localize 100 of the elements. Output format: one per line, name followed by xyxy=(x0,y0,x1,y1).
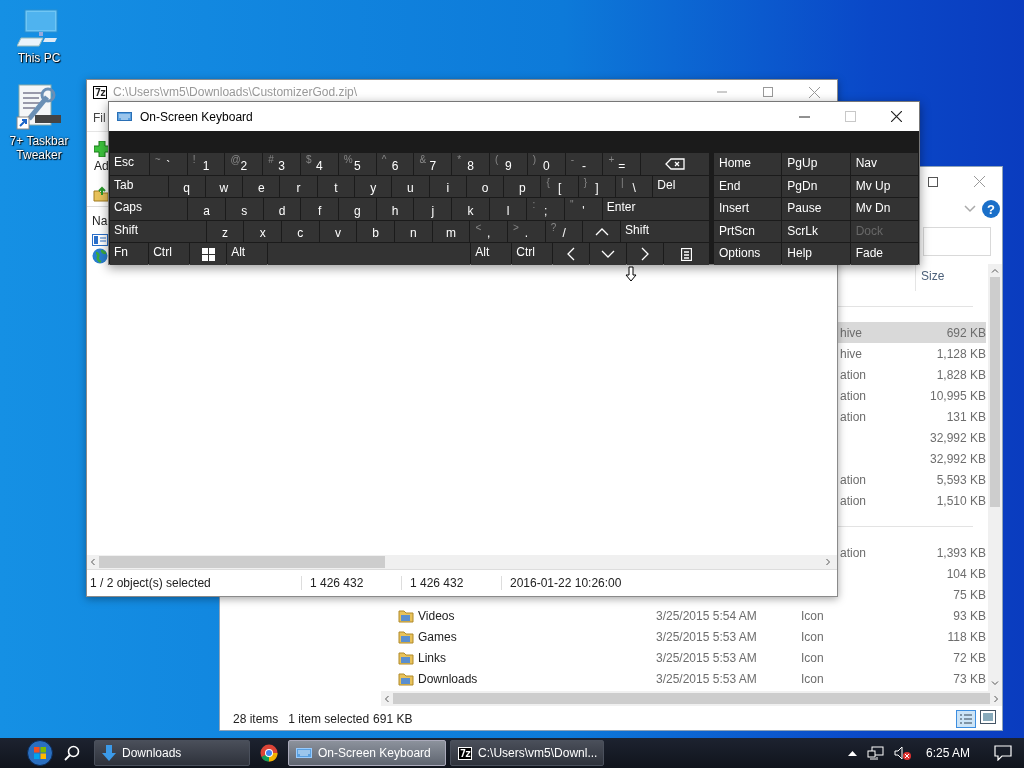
file-row[interactable]: ation 1,828 KB xyxy=(838,364,986,385)
file-row[interactable]: hive 692 KB xyxy=(838,322,986,343)
keyboard-key[interactable] xyxy=(190,243,227,265)
keyboard-key[interactable]: h xyxy=(376,198,414,220)
keyboard-key[interactable]: k xyxy=(452,198,489,220)
plus-icon[interactable] xyxy=(94,140,110,157)
keyboard-key[interactable]: Alt xyxy=(471,243,512,265)
file-row[interactable]: Videos 3/25/2015 5:54 AM Icon 93 KB xyxy=(380,605,988,626)
keyboard-key[interactable]: l xyxy=(489,198,527,220)
keyboard-key[interactable]: Mv Dn xyxy=(850,198,918,220)
keyboard-key[interactable]: p xyxy=(504,175,541,198)
keyboard-key[interactable] xyxy=(641,153,709,175)
start-button[interactable] xyxy=(25,740,55,766)
chevron-down-icon[interactable] xyxy=(964,205,976,213)
keyboard-key[interactable]: Mv Up xyxy=(850,175,918,198)
file-row[interactable]: 104 KB xyxy=(838,563,986,584)
keyboard-key[interactable]: Ctrl xyxy=(149,243,190,265)
keyboard-key[interactable]: $ 4 xyxy=(301,153,338,175)
keyboard-key[interactable]: " ' xyxy=(565,198,602,220)
keyboard-key[interactable]: ~ ` xyxy=(149,153,187,175)
keyboard-key[interactable]: y xyxy=(355,175,392,198)
keyboard-key[interactable]: PrtScn xyxy=(714,220,782,243)
keyboard-key[interactable]: + = xyxy=(603,153,641,175)
keyboard-key[interactable]: { [ xyxy=(541,175,578,198)
chevron-up-icon[interactable] xyxy=(847,750,857,756)
file-row[interactable]: 75 KB xyxy=(838,584,986,605)
keyboard-key[interactable]: ? / xyxy=(545,220,583,243)
keyboard-key[interactable]: w xyxy=(205,175,243,198)
keyboard-key[interactable]: j xyxy=(414,198,452,220)
keyboard-key[interactable] xyxy=(583,220,621,243)
file-row[interactable]: Downloads 3/25/2015 5:53 AM Icon 73 KB xyxy=(380,668,988,689)
keyboard-key[interactable]: Caps xyxy=(110,198,188,220)
keyboard-key[interactable]: d xyxy=(263,198,301,220)
keyboard-key[interactable]: x xyxy=(244,220,281,243)
keyboard-key[interactable]: @2 xyxy=(225,153,263,175)
keyboard-key[interactable]: a xyxy=(188,198,225,220)
keyboard-key[interactable]: Fade xyxy=(850,243,918,265)
keyboard-key[interactable]: u xyxy=(392,175,429,198)
keyboard-key[interactable]: Home xyxy=(714,153,782,175)
file-row[interactable]: ation 1,510 KB xyxy=(838,490,986,511)
keyboard-key[interactable]: Alt xyxy=(227,243,268,265)
keyboard-key[interactable]: n xyxy=(395,220,432,243)
keyboard-key[interactable]: Del xyxy=(653,175,709,198)
file-row[interactable]: 32,992 KB xyxy=(838,448,986,469)
keyboard-key[interactable]: %5 xyxy=(338,153,376,175)
keyboard-key[interactable]: | \ xyxy=(616,175,653,198)
search-field[interactable] xyxy=(923,227,991,256)
keyboard-key[interactable]: Ctrl xyxy=(512,243,553,265)
file-row[interactable]: Games 3/25/2015 5:53 AM Icon 118 KB xyxy=(380,626,988,647)
keyboard-key[interactable]: > . xyxy=(508,220,545,243)
search-icon[interactable] xyxy=(64,745,80,761)
keyboard-key[interactable]: End xyxy=(714,175,782,198)
keyboard-key[interactable]: q xyxy=(168,175,205,198)
keyboard-key[interactable]: ^ 6 xyxy=(376,153,414,175)
keyboard-key[interactable]: ScrLk xyxy=(782,220,850,243)
taskbar-button[interactable]: On-Screen Keyboard xyxy=(288,740,446,766)
file-row[interactable]: ation 131 KB xyxy=(838,406,986,427)
keyboard-key[interactable]: o xyxy=(466,175,504,198)
keyboard-key[interactable]: PgDn xyxy=(782,175,850,198)
keyboard-key[interactable]: Options xyxy=(714,243,782,265)
keyboard-key[interactable]: Shift xyxy=(621,220,709,243)
keyboard-key[interactable]: i xyxy=(429,175,466,198)
notification-icon[interactable] xyxy=(994,745,1012,761)
keyboard-key[interactable]: # 3 xyxy=(263,153,301,175)
keyboard-key[interactable]: Esc xyxy=(110,153,149,175)
keyboard-key[interactable]: ) 0 xyxy=(527,153,565,175)
keyboard-key[interactable]: b xyxy=(357,220,395,243)
keyboard-key[interactable]: ! 1 xyxy=(187,153,225,175)
keyboard-key[interactable]: Shift xyxy=(110,220,206,243)
keyboard-key[interactable]: Help xyxy=(782,243,850,265)
keyboard-key[interactable]: e xyxy=(243,175,280,198)
taskbar-button[interactable]: 7z C:\Users\vm5\Downl... xyxy=(450,740,604,766)
keyboard-key[interactable]: Nav xyxy=(850,153,918,175)
folder-up-icon[interactable] xyxy=(93,185,109,202)
help-icon[interactable]: ? xyxy=(982,200,1000,218)
keyboard-key[interactable]: g xyxy=(339,198,376,220)
taskbar-button[interactable]: Downloads xyxy=(94,740,250,766)
file-row[interactable]: hive 1,128 KB xyxy=(838,343,986,364)
keyboard-key[interactable]: c xyxy=(282,220,319,243)
keyboard-key[interactable]: v xyxy=(319,220,357,243)
file-row[interactable]: ation 10,995 KB xyxy=(838,385,986,406)
keyboard-key[interactable]: Tab xyxy=(110,175,168,198)
keyboard-key[interactable]: Fn xyxy=(110,243,149,265)
keyboard-key[interactable]: - - xyxy=(565,153,603,175)
keyboard-key[interactable]: ( 9 xyxy=(490,153,527,175)
keyboard-key[interactable]: t xyxy=(317,175,354,198)
keyboard-key[interactable]: : ; xyxy=(527,198,565,220)
network-icon[interactable] xyxy=(866,745,884,761)
file-row[interactable]: ation 1,393 KB xyxy=(838,542,986,563)
keyboard-key[interactable]: z xyxy=(206,220,244,243)
file-row[interactable]: Links 3/25/2015 5:53 AM Icon 72 KB xyxy=(380,647,988,668)
keyboard-key[interactable]: * 8 xyxy=(452,153,490,175)
preview-view-icon[interactable] xyxy=(980,710,996,724)
clock[interactable]: 6:25 AM xyxy=(925,746,970,760)
menu-item[interactable]: Fil xyxy=(93,110,106,125)
keyboard-key[interactable]: Enter xyxy=(602,198,710,220)
keyboard-key[interactable] xyxy=(664,243,709,265)
column-header[interactable]: Na xyxy=(92,213,108,228)
keyboard-key[interactable]: f xyxy=(301,198,339,220)
keyboard-key[interactable]: r xyxy=(280,175,317,198)
